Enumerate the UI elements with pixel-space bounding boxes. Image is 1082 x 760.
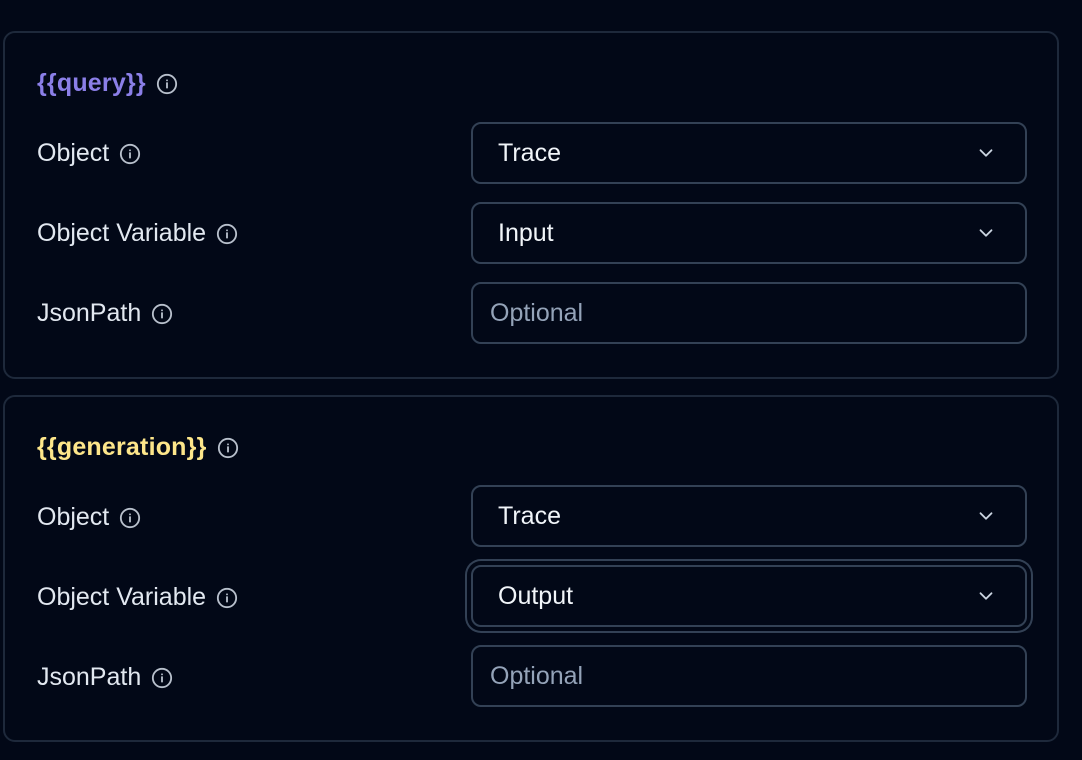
object-variable-select[interactable]: Output [471,565,1027,627]
jsonpath-label: JsonPath [37,299,142,327]
object-variable-label: Object Variable [37,219,207,247]
object-select-value: Trace [498,138,561,167]
jsonpath-input[interactable] [490,298,1008,328]
info-icon[interactable] [119,143,141,165]
info-icon[interactable] [151,303,173,325]
object-label: Object [37,139,110,167]
chevron-down-icon [975,505,997,527]
jsonpath-label-row: JsonPath [37,663,173,692]
jsonpath-field[interactable] [471,645,1027,707]
object-label: Object [37,503,110,531]
info-icon[interactable] [217,437,239,459]
info-icon[interactable] [216,223,238,245]
object-variable-label-row: Object Variable [37,583,238,612]
info-icon[interactable] [151,667,173,689]
object-variable-select-value: Output [498,581,574,610]
info-icon[interactable] [119,507,141,529]
object-select[interactable]: Trace [471,485,1027,547]
chevron-down-icon [975,585,997,607]
info-icon[interactable] [156,73,178,95]
variable-mapping-card-query: {{query}} Object Trace Object Variable I… [3,31,1059,379]
chevron-down-icon [975,142,997,164]
object-select-value: Trace [498,501,561,530]
object-variable-label: Object Variable [37,583,207,611]
object-variable-select-value: Input [498,218,554,247]
variable-name: {{generation}} [37,433,207,461]
jsonpath-label-row: JsonPath [37,299,173,328]
variable-mapping-card-generation: {{generation}} Object Trace Object Varia… [3,395,1059,742]
jsonpath-field[interactable] [471,282,1027,344]
variable-name: {{query}} [37,69,146,97]
object-label-row: Object [37,503,141,532]
object-variable-select[interactable]: Input [471,202,1027,264]
object-label-row: Object [37,139,141,168]
variable-heading: {{query}} [37,69,178,98]
jsonpath-input[interactable] [490,661,1008,691]
variable-heading: {{generation}} [37,433,239,462]
jsonpath-label: JsonPath [37,663,142,691]
object-select[interactable]: Trace [471,122,1027,184]
chevron-down-icon [975,222,997,244]
object-variable-label-row: Object Variable [37,219,238,248]
info-icon[interactable] [216,587,238,609]
